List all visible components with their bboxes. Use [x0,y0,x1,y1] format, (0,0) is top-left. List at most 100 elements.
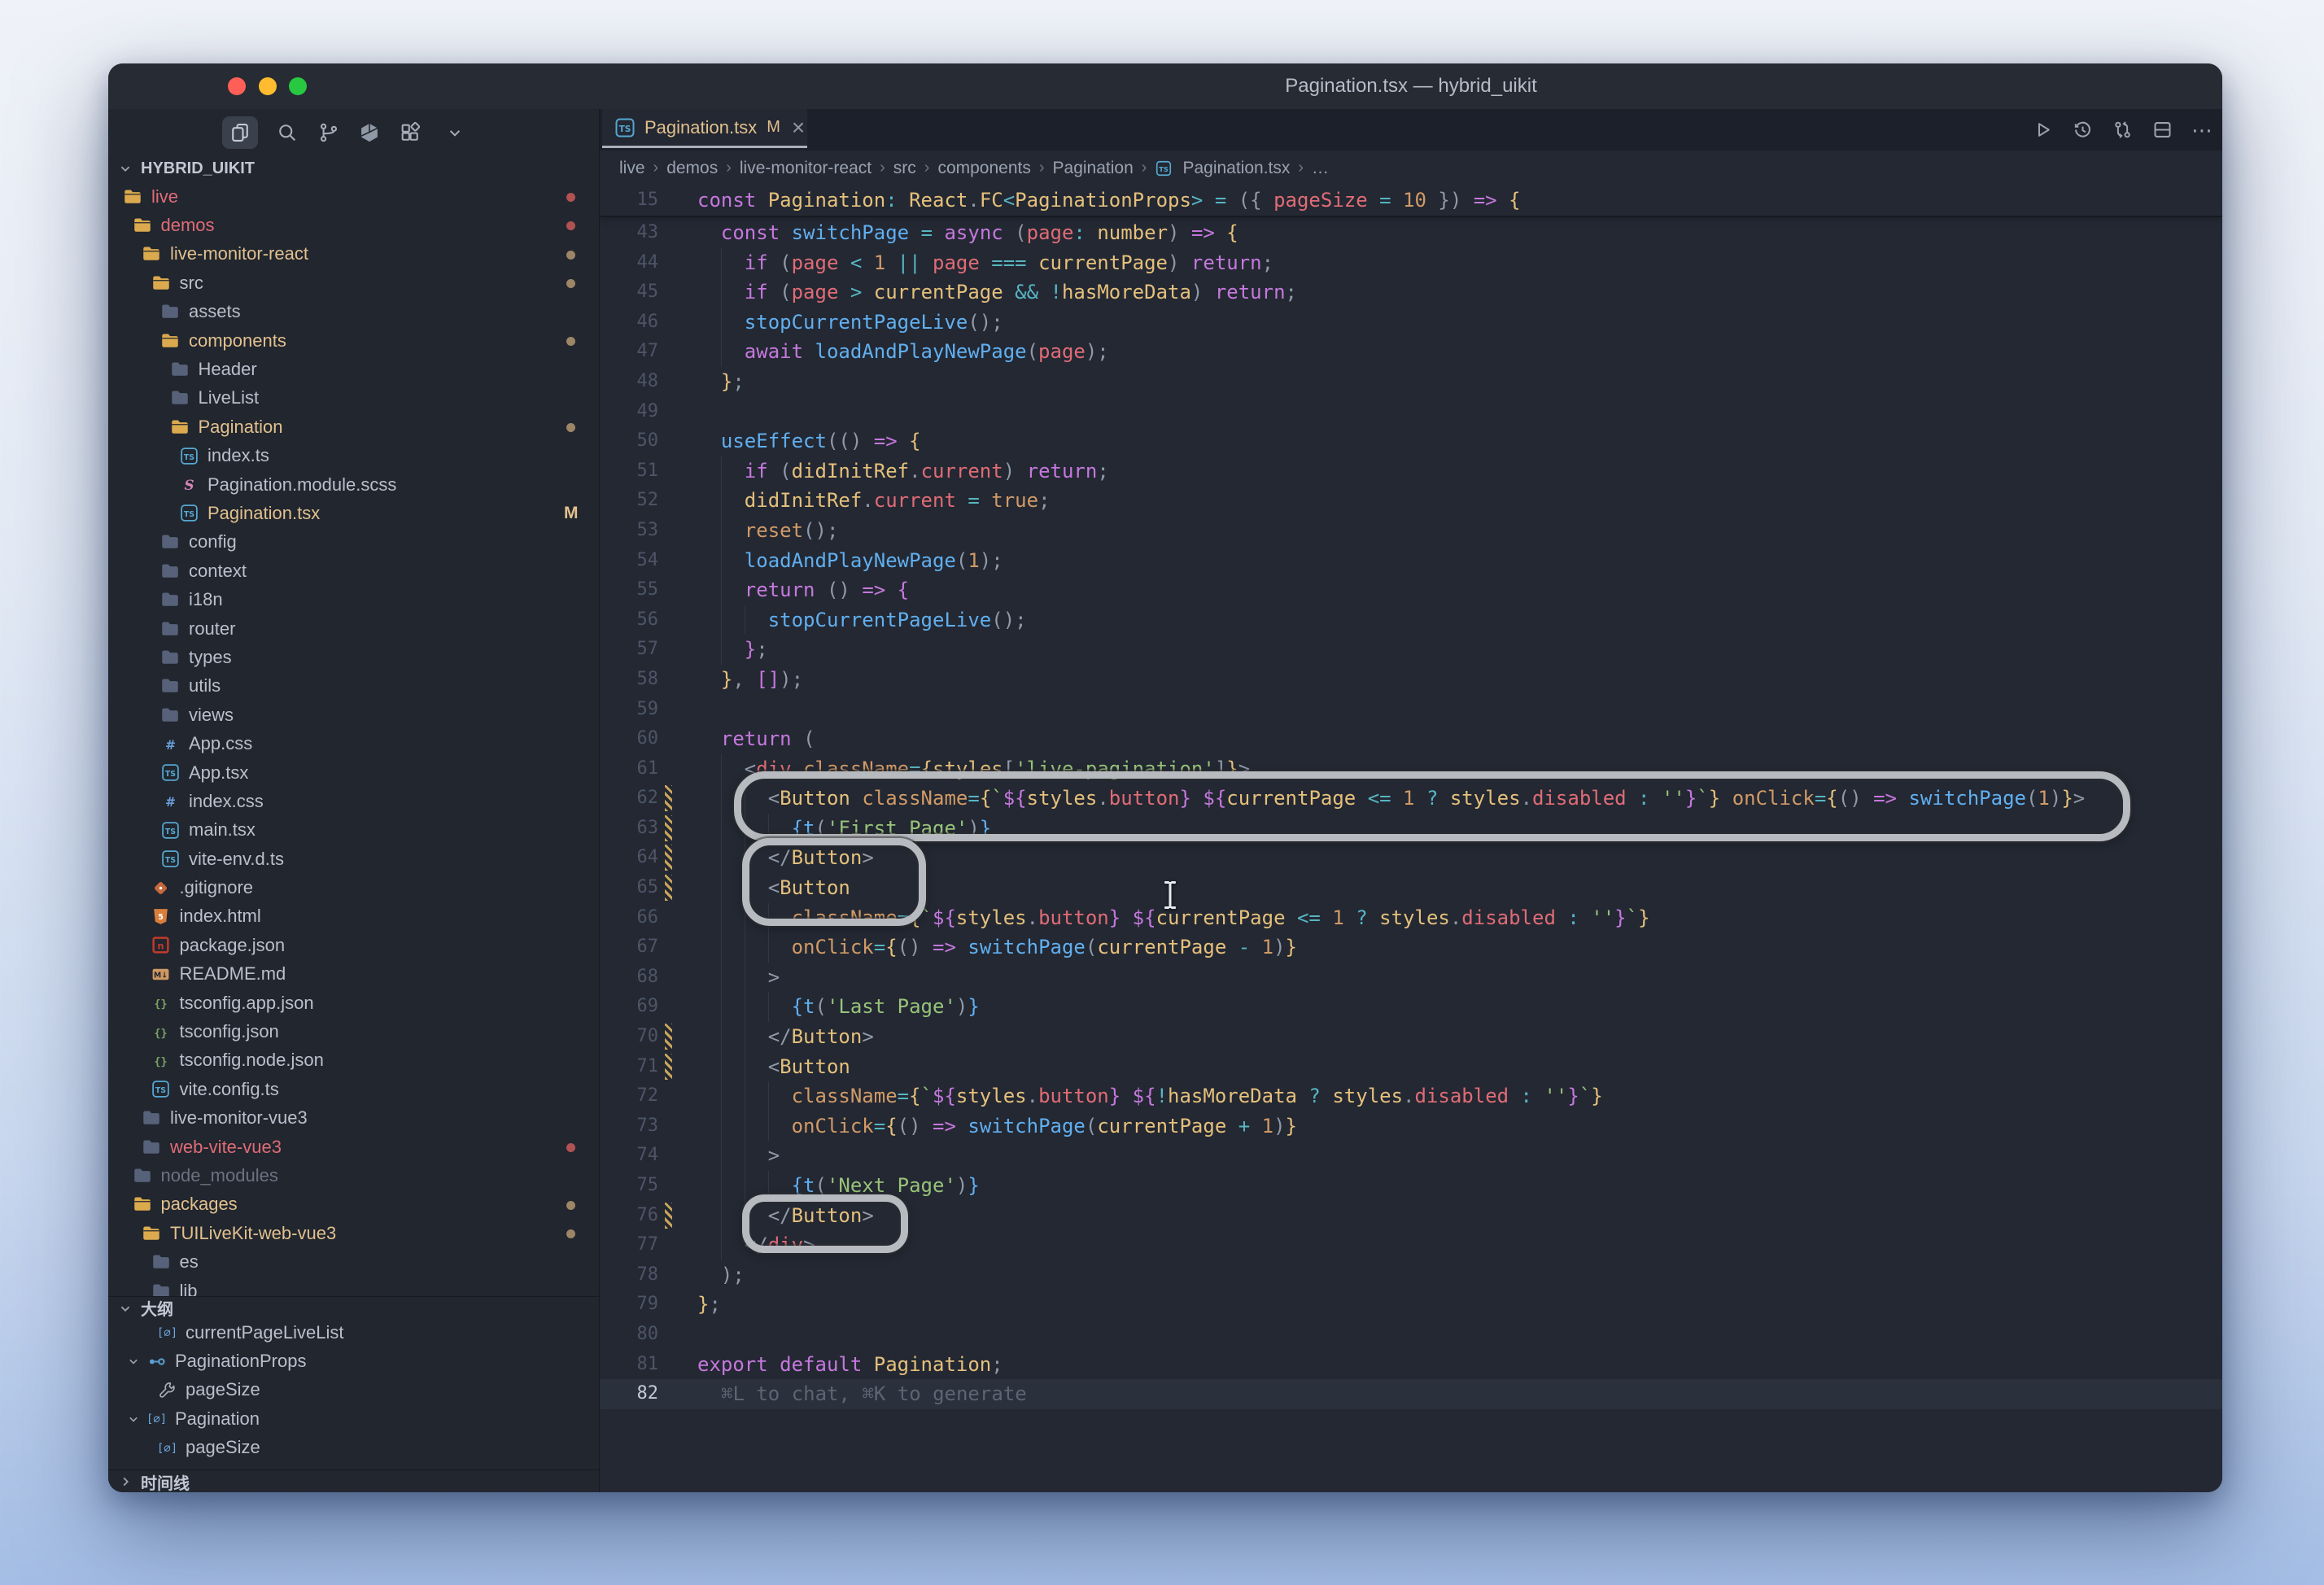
tree-item[interactable]: TSvite-env.d.ts [108,845,599,873]
tree-item[interactable]: node_modules [108,1161,599,1190]
history-icon[interactable] [2072,119,2094,141]
code-line-62[interactable]: 62 <Button className={`${styles.button} … [600,784,2222,814]
code-line-68[interactable]: 68 > [600,963,2222,993]
tree-item[interactable]: web-vite-vue3 [108,1133,599,1161]
tree-item[interactable]: TSApp.tsx [108,758,599,787]
tree-item[interactable]: TSPagination.tsxM [108,499,599,527]
title-bar[interactable]: Pagination.tsx — hybrid_uikit [108,63,2222,109]
breadcrumb[interactable]: live›demos›live-monitor-react›src›compon… [600,151,2222,186]
outline-item[interactable]: [∅]pageSize [108,1434,599,1462]
code-line-50[interactable]: 50 useEffect(() => { [600,426,2222,456]
code-line-69[interactable]: 69 {t('Last Page')} [600,992,2222,1022]
tree-item[interactable]: LiveList [108,384,599,413]
code-line-67[interactable]: 67 onClick={() => switchPage(currentPage… [600,932,2222,963]
code-line-47[interactable]: 47 await loadAndPlayNewPage(page); [600,337,2222,367]
run-icon[interactable] [2032,119,2054,141]
more-views-chevron-icon[interactable] [437,116,473,149]
split-editor-icon[interactable] [2151,119,2173,141]
tree-item[interactable]: 5index.html [108,902,599,931]
tree-item[interactable]: components [108,326,599,355]
tree-item[interactable]: live-monitor-vue3 [108,1104,599,1133]
outline-section-header[interactable]: 大纲 [108,1296,599,1319]
code-line-73[interactable]: 73 onClick={() => switchPage(currentPage… [600,1111,2222,1142]
code-line-82[interactable]: 82⌘L to chat, ⌘K to generate [600,1379,2222,1409]
tree-item[interactable]: es [108,1247,599,1276]
tree-item[interactable]: TSvite.config.ts [108,1075,599,1103]
tree-item[interactable]: npackage.json [108,931,599,959]
code-line-79[interactable]: 79}; [600,1290,2222,1320]
tree-item[interactable]: TSmain.tsx [108,816,599,845]
code-line-71[interactable]: 71 <Button [600,1052,2222,1082]
close-window-button[interactable] [228,77,246,95]
tree-item[interactable]: SPagination.module.scss [108,470,599,499]
tab-pagination-tsx[interactable]: TS Pagination.tsx M × [602,109,807,148]
source-control-icon[interactable] [311,116,347,149]
tree-item[interactable]: packages [108,1190,599,1219]
outline-tree[interactable]: [∅]currentPageLiveListPaginationPropspag… [108,1318,599,1469]
code-line-48[interactable]: 48 }; [600,367,2222,397]
breadcrumb-item[interactable]: live-monitor-react [740,159,872,178]
code-line-49[interactable]: 49 [600,397,2222,427]
code-line-74[interactable]: 74 > [600,1141,2222,1171]
breadcrumb-item[interactable]: components [937,159,1030,178]
code-line-77[interactable]: 77 </div> [600,1230,2222,1260]
code-line-58[interactable]: 58 }, []); [600,665,2222,695]
explorer-icon[interactable] [222,116,258,149]
explorer-section-header[interactable]: HYBRID_UIKIT [108,155,599,182]
search-icon[interactable] [269,116,305,149]
outline-item[interactable]: [∅]t [108,1462,599,1469]
code-line-59[interactable]: 59 [600,695,2222,725]
tree-item[interactable]: src [108,269,599,297]
tree-item[interactable]: demos [108,211,599,239]
outline-item[interactable]: PaginationProps [108,1347,599,1375]
zoom-window-button[interactable] [289,77,307,95]
code-line-61[interactable]: 61 <div className={styles['live-paginati… [600,754,2222,784]
tree-item[interactable]: assets [108,298,599,326]
code-line-54[interactable]: 54 loadAndPlayNewPage(1); [600,546,2222,576]
tree-item[interactable]: lib [108,1277,599,1296]
code-line-64[interactable]: 64 </Button> [600,843,2222,873]
breadcrumb-item[interactable]: demos [666,159,718,178]
code-line-72[interactable]: 72 className={`${styles.button} ${!hasMo… [600,1081,2222,1111]
code-line-76[interactable]: 76 </Button> [600,1201,2222,1231]
tree-item[interactable]: config [108,528,599,557]
tree-item[interactable]: Header [108,355,599,383]
tree-item[interactable]: {}tsconfig.node.json [108,1046,599,1075]
tree-item[interactable]: i18n [108,585,599,613]
code-line-45[interactable]: 45 if (page > currentPage && !hasMoreDat… [600,277,2222,308]
file-tree[interactable]: livedemoslive-monitor-reactsrcassetscomp… [108,182,599,1296]
code-line-44[interactable]: 44 if (page < 1 || page === currentPage)… [600,248,2222,278]
code-line-15[interactable]: 15const Pagination: React.FC<PaginationP… [600,186,2222,216]
code-line-78[interactable]: 78 ); [600,1260,2222,1290]
tree-item[interactable]: live [108,182,599,211]
tree-item[interactable]: types [108,643,599,671]
minimize-window-button[interactable] [259,77,277,95]
outline-item[interactable]: pageSize [108,1376,599,1404]
code-line-46[interactable]: 46 stopCurrentPageLive(); [600,308,2222,338]
code-line-57[interactable]: 57 }; [600,635,2222,665]
breadcrumb-item[interactable]: src [893,159,916,178]
tree-item[interactable]: Pagination [108,413,599,441]
code-line-80[interactable]: 80 [600,1320,2222,1350]
breadcrumb-item[interactable]: Pagination [1053,159,1134,178]
close-tab-icon[interactable]: × [792,116,805,139]
code-line-65[interactable]: 65 <Button [600,873,2222,903]
tree-item[interactable]: TUILiveKit-web-vue3 [108,1219,599,1247]
code-line-75[interactable]: 75 {t('Next Page')} [600,1171,2222,1201]
tree-item[interactable]: context [108,557,599,585]
code-line-55[interactable]: 55 return () => { [600,575,2222,605]
code-line-81[interactable]: 81export default Pagination; [600,1350,2222,1380]
references-cube-icon[interactable] [352,116,387,149]
more-actions-icon[interactable]: ⋯ [2191,126,2213,134]
tree-item[interactable]: {}tsconfig.app.json [108,989,599,1017]
breadcrumb-item[interactable]: … [1312,159,1329,178]
breadcrumb-item[interactable]: live [619,159,645,178]
code-line-60[interactable]: 60 return ( [600,724,2222,754]
tree-item[interactable]: router [108,614,599,643]
extensions-icon[interactable] [392,116,428,149]
breadcrumb-item[interactable]: Pagination.tsx [1182,159,1290,178]
code-line-70[interactable]: 70 </Button> [600,1022,2222,1052]
open-changes-icon[interactable] [2112,119,2134,141]
outline-item[interactable]: [∅]Pagination [108,1404,599,1433]
tree-item[interactable]: M↓README.md [108,960,599,989]
